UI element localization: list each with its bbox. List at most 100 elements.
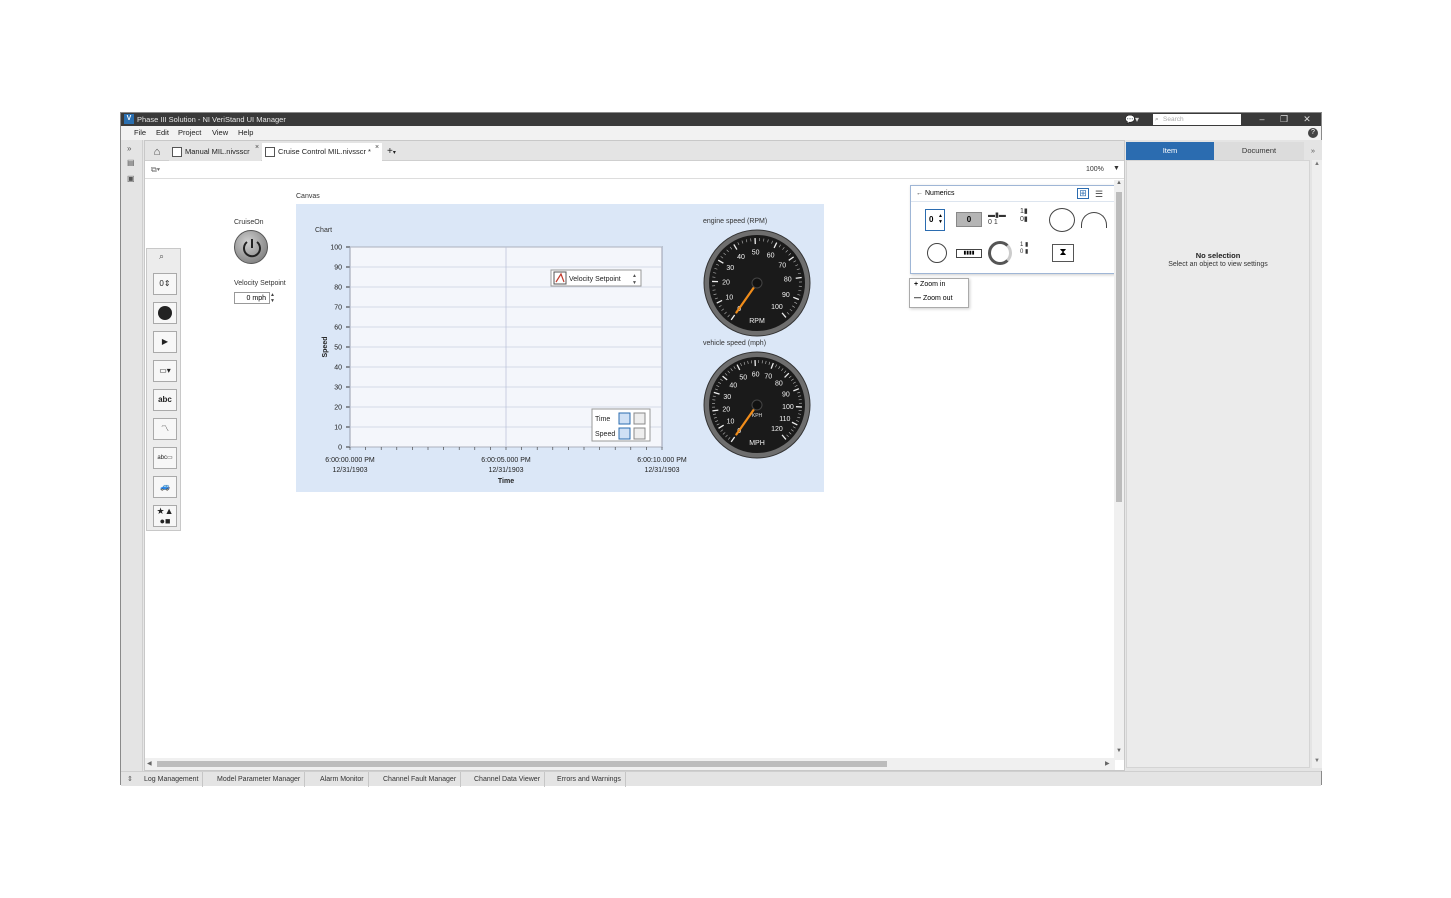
scroll-up-icon[interactable]: ▲ xyxy=(1116,180,1122,186)
gauge-tick-label: 100 xyxy=(771,304,783,311)
gauge-tick-label: 120 xyxy=(771,426,783,433)
expand-icon[interactable]: » xyxy=(127,144,131,153)
tab-close-icon[interactable]: × xyxy=(375,139,379,157)
zoom-dropdown-icon[interactable]: ▼ xyxy=(1113,165,1120,172)
tab-model-parameter-manager[interactable]: Model Parameter Manager xyxy=(213,772,306,787)
zoom-in-item[interactable]: + Zoom in xyxy=(914,281,945,288)
add-tab-button[interactable]: +▾ xyxy=(385,143,405,161)
horizontal-slider-item[interactable]: ▬▮▬ 0 1 xyxy=(988,211,1012,229)
palette-shapes[interactable]: ★▲ ●■ xyxy=(153,505,177,527)
y-tick-label: 60 xyxy=(334,325,342,332)
palette-list[interactable]: ▭▾ xyxy=(153,360,177,382)
tab-manual-mil[interactable]: Manual MIL.nivsscr × xyxy=(169,143,261,161)
vertical-scrollbar[interactable]: ▲ ▼ xyxy=(1114,180,1124,760)
tab-document[interactable]: Document xyxy=(1214,142,1304,160)
tab-strip: ⌂ Manual MIL.nivsscr × Cruise Control MI… xyxy=(145,141,1124,161)
help-icon[interactable]: ? xyxy=(1308,128,1318,138)
gauge-tick-label: 60 xyxy=(767,253,775,260)
tab-channel-fault-manager[interactable]: Channel Fault Manager xyxy=(379,772,462,787)
chart[interactable]: 0 10 20 30 40 50 60 70 80 90 100 6:00:00.000 PM 12/3… xyxy=(296,204,696,492)
tab-log-management[interactable]: Log Management xyxy=(140,772,204,787)
meter-item[interactable] xyxy=(1081,212,1107,228)
timer-item[interactable]: ⧗ xyxy=(1052,244,1074,262)
tab-item[interactable]: Item xyxy=(1126,142,1214,160)
x-tick-date: 12/31/1903 xyxy=(332,467,367,474)
restore-button[interactable]: ❐ xyxy=(1273,113,1295,126)
y-axis-label: Speed xyxy=(322,336,329,357)
document-icon[interactable]: ▤ xyxy=(127,158,135,167)
progress-bar-item[interactable]: ▮▮▮▮ xyxy=(956,249,982,258)
zoom-out-item[interactable]: — Zoom out xyxy=(914,295,953,302)
y-tick-label: 50 xyxy=(334,345,342,352)
collapse-icon[interactable]: » xyxy=(1304,142,1322,160)
palette-vehicle[interactable]: 🚙 xyxy=(153,476,177,498)
screen-file-icon xyxy=(265,147,275,157)
tab-channel-data-viewer[interactable]: Channel Data Viewer xyxy=(470,772,546,787)
velocity-setpoint-input[interactable]: 0 mph xyxy=(234,292,270,304)
document-area: ⌂ Manual MIL.nivsscr × Cruise Control MI… xyxy=(144,140,1125,771)
tab-cruise-control-mil[interactable]: Cruise Control MIL.nivsscr * × xyxy=(262,143,382,161)
layout-icon[interactable]: ⧉▾ xyxy=(151,165,160,175)
numerics-header: ← Numerics ⊞ ☰ xyxy=(911,186,1119,202)
list-view-icon[interactable]: ☰ xyxy=(1095,186,1103,202)
gauge-unit-label: RPM xyxy=(749,318,765,325)
vertical-scroll-thumb[interactable] xyxy=(1116,192,1122,502)
power-icon xyxy=(243,239,261,258)
menu-file[interactable]: File xyxy=(134,128,146,137)
horizontal-scrollbar[interactable]: ◀ ▶ xyxy=(145,758,1115,770)
numerics-palette-popup: ← Numerics ⊞ ☰ 0 ▲ ▼ 0 ▬▮▬ 0 1 1▮ 0▮ ▮▮▮▮ 1 … xyxy=(910,185,1120,274)
scroll-up-icon[interactable]: ▲ xyxy=(1314,161,1320,167)
feedback-icon[interactable]: 💬▾ xyxy=(1125,113,1141,126)
scroll-right-icon[interactable]: ▶ xyxy=(1105,760,1110,767)
knob-item[interactable] xyxy=(927,243,947,263)
tab-alarm-monitor[interactable]: Alarm Monitor xyxy=(316,772,369,787)
menu-edit[interactable]: Edit xyxy=(156,128,169,137)
palette-action[interactable]: ▶ xyxy=(153,331,177,353)
home-icon[interactable]: ⌂ xyxy=(148,143,166,161)
palette-string[interactable]: abc xyxy=(153,389,177,411)
palette-boolean[interactable] xyxy=(153,302,177,324)
menu-view[interactable]: View xyxy=(212,128,228,137)
gauge-item[interactable] xyxy=(1049,208,1075,232)
close-button[interactable]: ✕ xyxy=(1296,113,1318,126)
scroll-down-icon[interactable]: ▼ xyxy=(1314,758,1320,764)
app-icon: V xyxy=(124,114,134,124)
numeric-control-item[interactable]: 0 ▲ ▼ xyxy=(925,209,945,231)
scroll-left-icon[interactable]: ◀ xyxy=(147,760,152,767)
vehicle-speed-gauge[interactable]: 0102030405060708090100110120MPHKPH xyxy=(702,350,812,460)
menu-help[interactable]: Help xyxy=(238,128,253,137)
magnify-icon[interactable]: ⌕ xyxy=(159,251,164,262)
vertical-slider-item[interactable]: 1▮ 0▮ xyxy=(1020,207,1044,229)
back-arrow-icon[interactable]: ← xyxy=(916,186,923,202)
velocity-stepper-icon[interactable]: ▲ ▼ xyxy=(270,292,277,304)
minimize-button[interactable]: – xyxy=(1251,113,1273,126)
properties-tabs: Item Document » xyxy=(1126,142,1322,160)
palette-graph[interactable]: 〽 xyxy=(153,418,177,440)
checklist-icon[interactable]: ▣ xyxy=(127,174,135,183)
cruise-on-button[interactable] xyxy=(234,230,268,264)
palette-table[interactable]: abc▭ xyxy=(153,447,177,469)
horizontal-scroll-thumb[interactable] xyxy=(157,761,887,767)
tank-item[interactable]: 1 ▮ 0 ▮ xyxy=(1020,241,1044,265)
gauge-tick-label: 20 xyxy=(722,279,730,286)
menu-project[interactable]: Project xyxy=(178,128,201,137)
cruise-on-label: CruiseOn xyxy=(234,219,264,226)
radial-progress-item[interactable] xyxy=(988,241,1012,265)
tab-close-icon[interactable]: × xyxy=(255,139,259,157)
screen-canvas[interactable]: ⌕ 0⇕ ▶ ▭▾ abc 〽 abc▭ 🚙 ★▲ ●■ CruiseOn Vel… xyxy=(145,180,1120,760)
grid-view-icon[interactable]: ⊞ xyxy=(1077,188,1089,199)
gauge-tick-label: 50 xyxy=(739,375,747,382)
engine-speed-gauge[interactable]: 0102030405060708090100RPM xyxy=(702,228,812,338)
expand-panel-icon[interactable]: ⇕ xyxy=(127,772,133,787)
properties-scrollbar[interactable]: ▲ ▼ xyxy=(1312,160,1322,768)
y-tick-label: 30 xyxy=(334,385,342,392)
scroll-down-icon[interactable]: ▼ xyxy=(1116,748,1122,754)
palette-numerics[interactable]: 0⇕ xyxy=(153,273,177,295)
minus-icon: — xyxy=(914,295,921,302)
tab-errors-and-warnings[interactable]: Errors and Warnings xyxy=(553,772,626,787)
canvas-panel[interactable]: Chart 0 10 20 30 40 50 60 70 80 90 100 6:00:00.000 … xyxy=(296,204,824,492)
gauge-sub-unit-label: KPH xyxy=(752,413,763,419)
numeric-indicator-item[interactable]: 0 xyxy=(956,212,982,227)
search-input[interactable]: ⌕ Search xyxy=(1153,114,1241,125)
no-selection-title: No selection xyxy=(1195,251,1241,260)
